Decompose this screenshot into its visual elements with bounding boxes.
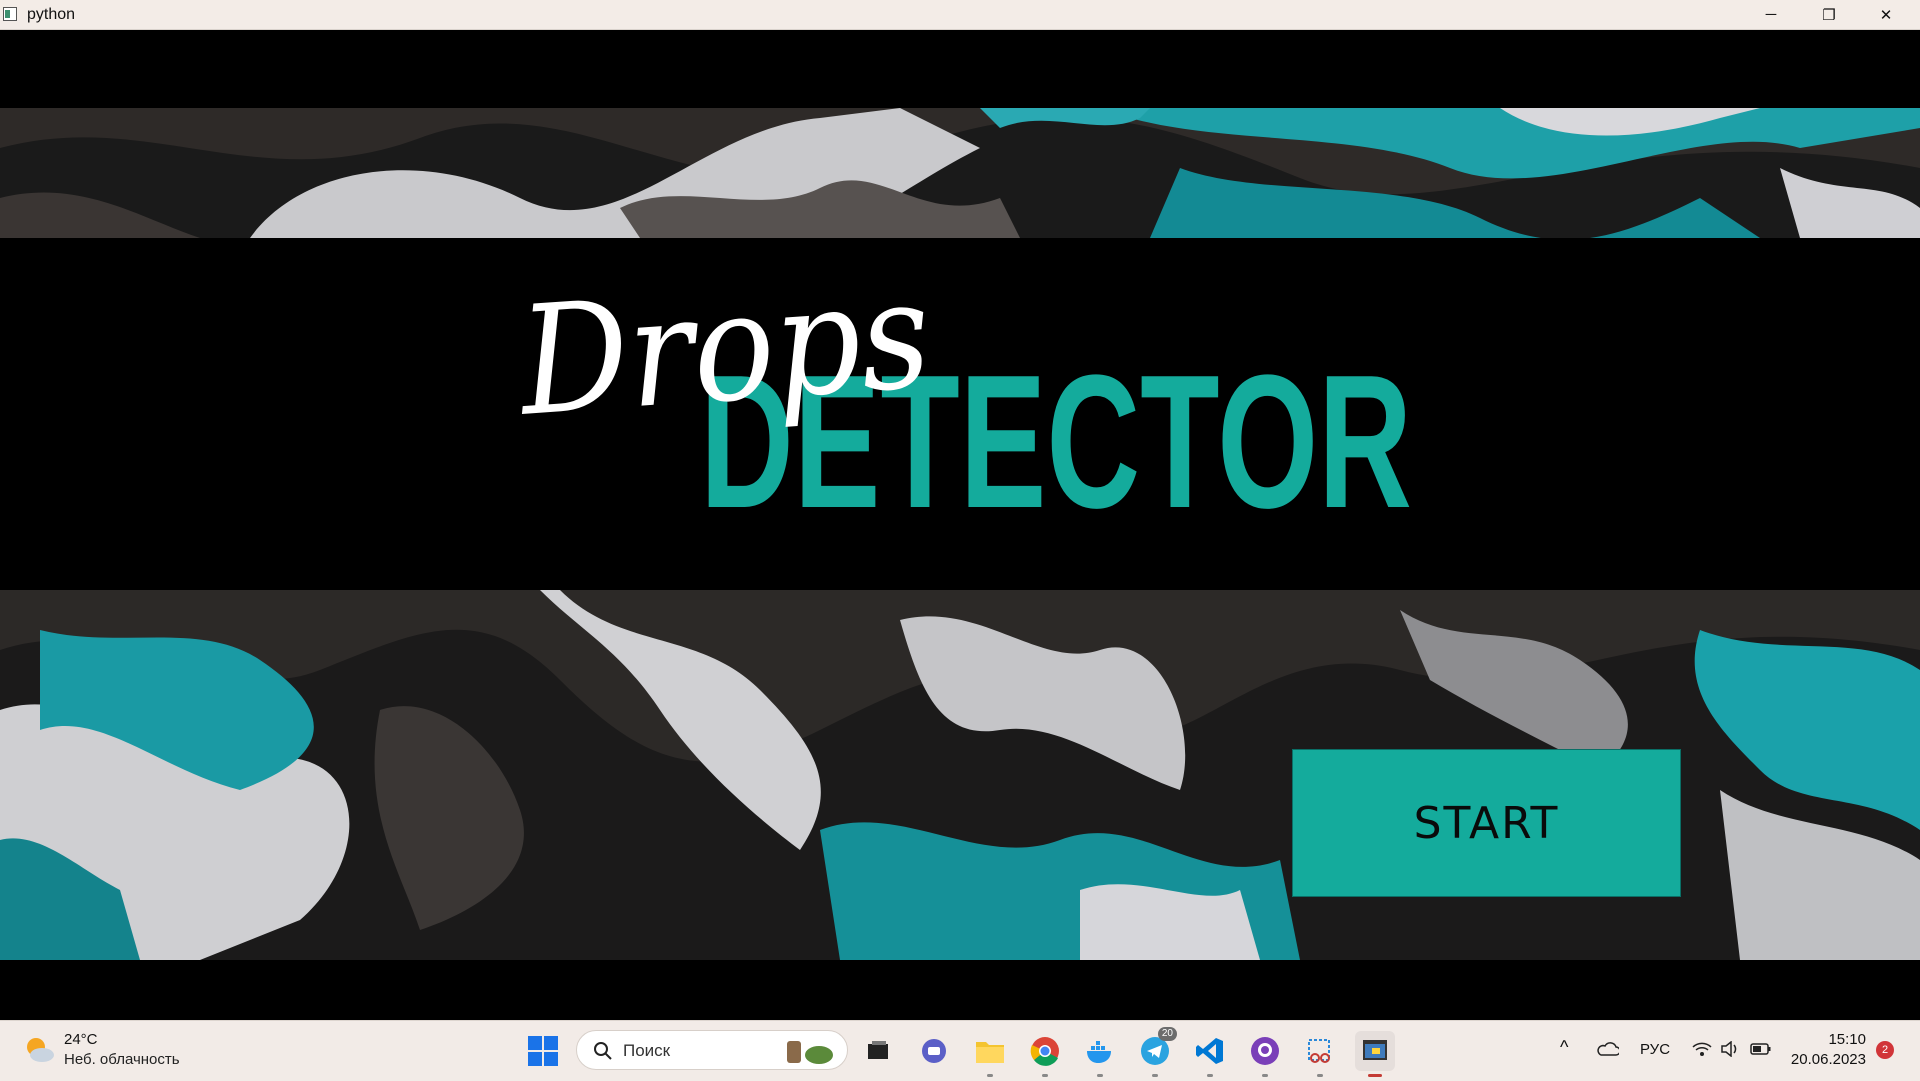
telegram-unread-badge: 20 bbox=[1157, 1027, 1177, 1041]
tray-chevron-icon[interactable]: ^ bbox=[1560, 1037, 1568, 1058]
clock-date[interactable]: 20.06.2023 bbox=[1790, 1051, 1866, 1068]
search-highlight-icon bbox=[787, 1041, 833, 1064]
running-indicator bbox=[1317, 1074, 1323, 1077]
snipping-tool-app[interactable] bbox=[1300, 1031, 1340, 1077]
running-indicator bbox=[1262, 1074, 1268, 1077]
weather-description[interactable]: Неб. облачность bbox=[64, 1051, 180, 1068]
running-indicator bbox=[1207, 1074, 1213, 1077]
docker-icon bbox=[1087, 1041, 1111, 1063]
wifi-icon[interactable] bbox=[1692, 1041, 1712, 1057]
start-button[interactable]: START bbox=[1292, 749, 1681, 897]
chrome-icon bbox=[1030, 1037, 1059, 1066]
teams-chat-app[interactable] bbox=[914, 1031, 954, 1071]
app-canvas: DETECTOR Drops START bbox=[0, 30, 1920, 1020]
window-titlebar: python ─ ❐ ✕ bbox=[0, 0, 1920, 30]
github-desktop-app[interactable] bbox=[1245, 1031, 1285, 1077]
minimize-button[interactable]: ─ bbox=[1743, 0, 1799, 29]
snipping-tool-icon bbox=[1308, 1039, 1330, 1063]
task-view-app[interactable] bbox=[858, 1031, 898, 1071]
logo-script-word: Drops bbox=[512, 248, 936, 450]
running-indicator bbox=[987, 1074, 993, 1077]
input-language[interactable]: РУС bbox=[1640, 1041, 1670, 1058]
running-indicator bbox=[1042, 1074, 1048, 1077]
vscode-icon bbox=[1196, 1038, 1223, 1064]
restore-button[interactable]: ❐ bbox=[1801, 0, 1857, 29]
onedrive-icon[interactable] bbox=[1597, 1041, 1619, 1057]
folder-icon bbox=[976, 1042, 1004, 1063]
battery-icon[interactable] bbox=[1750, 1041, 1772, 1057]
close-button[interactable]: ✕ bbox=[1858, 0, 1914, 29]
clock-time[interactable]: 15:10 bbox=[1826, 1031, 1866, 1048]
active-indicator bbox=[1368, 1074, 1382, 1077]
python-window-icon bbox=[1363, 1040, 1387, 1060]
windows-start-icon[interactable] bbox=[527, 1035, 559, 1067]
file-explorer-app[interactable] bbox=[970, 1031, 1010, 1077]
telegram-app[interactable]: 20 bbox=[1135, 1027, 1177, 1077]
weather-partly-cloudy-icon[interactable] bbox=[22, 1033, 56, 1067]
github-icon bbox=[1251, 1037, 1279, 1065]
taskbar-search[interactable]: Поиск bbox=[576, 1030, 848, 1070]
task-view-icon bbox=[868, 1041, 888, 1059]
chat-icon bbox=[922, 1039, 946, 1063]
running-indicator bbox=[1152, 1074, 1158, 1077]
notification-badge[interactable]: 2 bbox=[1876, 1041, 1894, 1059]
docker-app[interactable] bbox=[1080, 1031, 1120, 1077]
taskbar: 24°C Неб. облачность Поиск 20 ^ РУС 15:1… bbox=[0, 1020, 1920, 1081]
vscode-app[interactable] bbox=[1190, 1031, 1230, 1077]
window-title: python bbox=[27, 6, 76, 23]
python-app[interactable] bbox=[1355, 1031, 1395, 1077]
chrome-app[interactable] bbox=[1025, 1031, 1065, 1077]
search-icon bbox=[594, 1042, 612, 1060]
app-icon bbox=[3, 7, 17, 21]
search-placeholder: Поиск bbox=[623, 1041, 671, 1060]
volume-icon[interactable] bbox=[1720, 1041, 1742, 1057]
running-indicator bbox=[1097, 1074, 1103, 1077]
weather-temperature[interactable]: 24°C bbox=[64, 1031, 98, 1048]
